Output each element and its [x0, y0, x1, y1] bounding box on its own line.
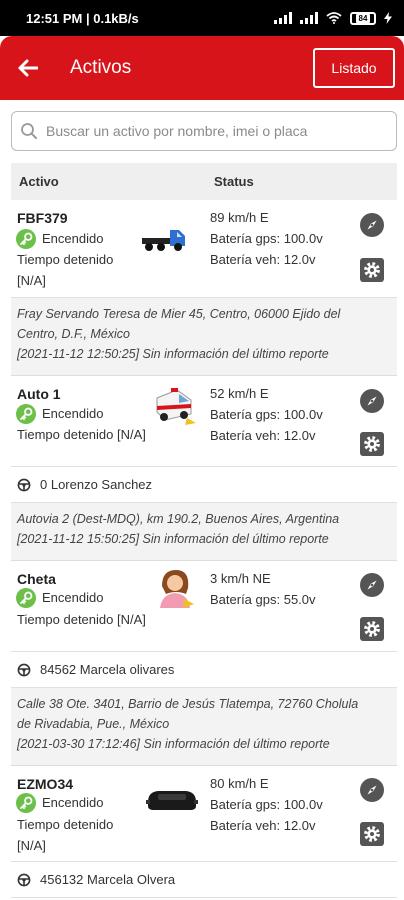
asset-driver: 456132 Marcela Olvera	[11, 862, 397, 898]
listado-button[interactable]: Listado	[313, 48, 395, 88]
asset-speed: 3 km/h NE	[210, 571, 271, 586]
asset-driver: 84562 Marcela olivares	[11, 652, 397, 688]
asset-gps-battery: Batería gps: 100.0v	[210, 231, 323, 246]
asset-state: Encendido	[42, 406, 104, 421]
address-line: Centro, D.F., México	[17, 327, 131, 341]
gear-icon[interactable]	[360, 258, 384, 282]
asset-address: Autovia 2 (Dest-MDQ), km 190.2, Buenos A…	[11, 503, 397, 561]
asset-gps-battery: Batería gps: 100.0v	[210, 797, 323, 812]
asset-speed: 80 km/h E	[210, 776, 269, 791]
asset-stopped: Tiempo detenido	[17, 817, 114, 832]
gear-icon[interactable]	[360, 822, 384, 846]
gear-icon[interactable]	[360, 617, 384, 641]
key-icon	[16, 404, 36, 424]
asset-vehicle-battery: Batería veh: 12.0v	[210, 428, 316, 443]
asset-row-cheta[interactable]: Cheta Encendido Tiempo detenido [N/A] 3 …	[11, 561, 397, 652]
address-line: Autovia 2 (Dest-MDQ), km 190.2, Buenos A…	[17, 512, 340, 526]
asset-state: Encendido	[42, 795, 104, 810]
wifi-icon	[326, 12, 342, 24]
asset-speed: 52 km/h E	[210, 386, 269, 401]
asset-address: Calle 38 Ote. 3401, Barrio de Jesús Tlat…	[11, 688, 397, 766]
report-line: [2021-11-12 12:50:25] Sin información de…	[17, 347, 329, 361]
asset-state: Encendido	[42, 590, 104, 605]
search-icon	[21, 123, 37, 139]
charging-icon	[384, 12, 392, 24]
search-bar[interactable]: Buscar un activo por nombre, imei o plac…	[11, 111, 397, 151]
asset-name: Auto 1	[17, 386, 61, 402]
asset-row-fbf379[interactable]: FBF379 Encendido Tiempo detenido [N/A] 8…	[11, 200, 397, 298]
signal-icon-2	[300, 12, 318, 24]
battery-icon: 84	[350, 11, 376, 25]
compass-icon[interactable]	[360, 778, 384, 802]
asset-vehicle-battery: Batería veh: 12.0v	[210, 818, 316, 833]
key-icon	[16, 793, 36, 813]
asset-name: FBF379	[17, 210, 68, 226]
asset-name: EZMO34	[17, 776, 74, 792]
signal-icon	[274, 12, 292, 24]
compass-icon[interactable]	[360, 573, 384, 597]
asset-state: Encendido	[42, 231, 104, 246]
column-activo: Activo	[19, 174, 59, 189]
driver-name: 456132 Marcela Olvera	[40, 872, 176, 887]
steering-wheel-icon	[17, 478, 31, 492]
app-header: Activos Listado	[0, 36, 404, 100]
asset-row-auto-1[interactable]: Auto 1 Encendido Tiempo detenido [N/A] 5…	[11, 376, 397, 467]
steering-wheel-icon	[17, 663, 31, 677]
asset-stopped: Tiempo detenido	[17, 252, 114, 267]
asset-name: Cheta	[17, 571, 56, 587]
person-icon	[160, 570, 194, 608]
asset-speed: 89 km/h E	[210, 210, 269, 225]
status-time: 12:51 PM | 0.1kB/s	[26, 10, 139, 26]
compass-icon[interactable]	[360, 389, 384, 413]
table-header: Activo Status	[11, 163, 397, 200]
address-line: Calle 38 Ote. 3401, Barrio de Jesús Tlat…	[17, 697, 359, 711]
asset-gps-battery: Batería gps: 55.0v	[210, 592, 316, 607]
asset-stopped-value: [N/A]	[17, 273, 46, 288]
ambulance-icon	[156, 388, 196, 425]
key-icon	[16, 588, 36, 608]
asset-stopped: Tiempo detenido [N/A]	[17, 427, 146, 442]
back-button[interactable]	[0, 36, 56, 100]
asset-address: Fray Servando Teresa de Mier 45, Centro,…	[11, 298, 397, 376]
asset-stopped-value: [N/A]	[17, 838, 46, 853]
report-line: [2021-03-30 17:12:46] Sin información de…	[17, 737, 330, 751]
report-line: [2021-11-12 15:50:25] Sin información de…	[17, 532, 329, 546]
asset-stopped: Tiempo detenido [N/A]	[17, 612, 146, 627]
steering-wheel-icon	[17, 873, 31, 887]
page-title: Activos	[70, 57, 132, 78]
asset-gps-battery: Batería gps: 100.0v	[210, 407, 323, 422]
key-icon	[16, 229, 36, 249]
arrow-left-icon	[18, 59, 38, 77]
battery-level: 84	[355, 13, 371, 23]
asset-driver: 0 Lorenzo Sanchez	[11, 467, 397, 503]
address-line: de Rivadabia, Pue., México	[17, 717, 170, 731]
system-icons: 84	[274, 11, 392, 25]
car-icon	[146, 791, 198, 810]
driver-name: 0 Lorenzo Sanchez	[40, 477, 153, 492]
driver-name: 84562 Marcela olivares	[40, 662, 175, 677]
column-status: Status	[214, 174, 254, 189]
asset-row-ezmo34[interactable]: EZMO34 Encendido Tiempo detenido [N/A] 8…	[11, 766, 397, 862]
status-bar: 12:51 PM | 0.1kB/s 84	[0, 0, 404, 36]
search-input[interactable]: Buscar un activo por nombre, imei o plac…	[46, 123, 307, 139]
truck-icon	[142, 230, 185, 251]
asset-vehicle-battery: Batería veh: 12.0v	[210, 252, 316, 267]
address-line: Fray Servando Teresa de Mier 45, Centro,…	[17, 307, 341, 321]
compass-icon[interactable]	[360, 213, 384, 237]
gear-icon[interactable]	[360, 432, 384, 456]
